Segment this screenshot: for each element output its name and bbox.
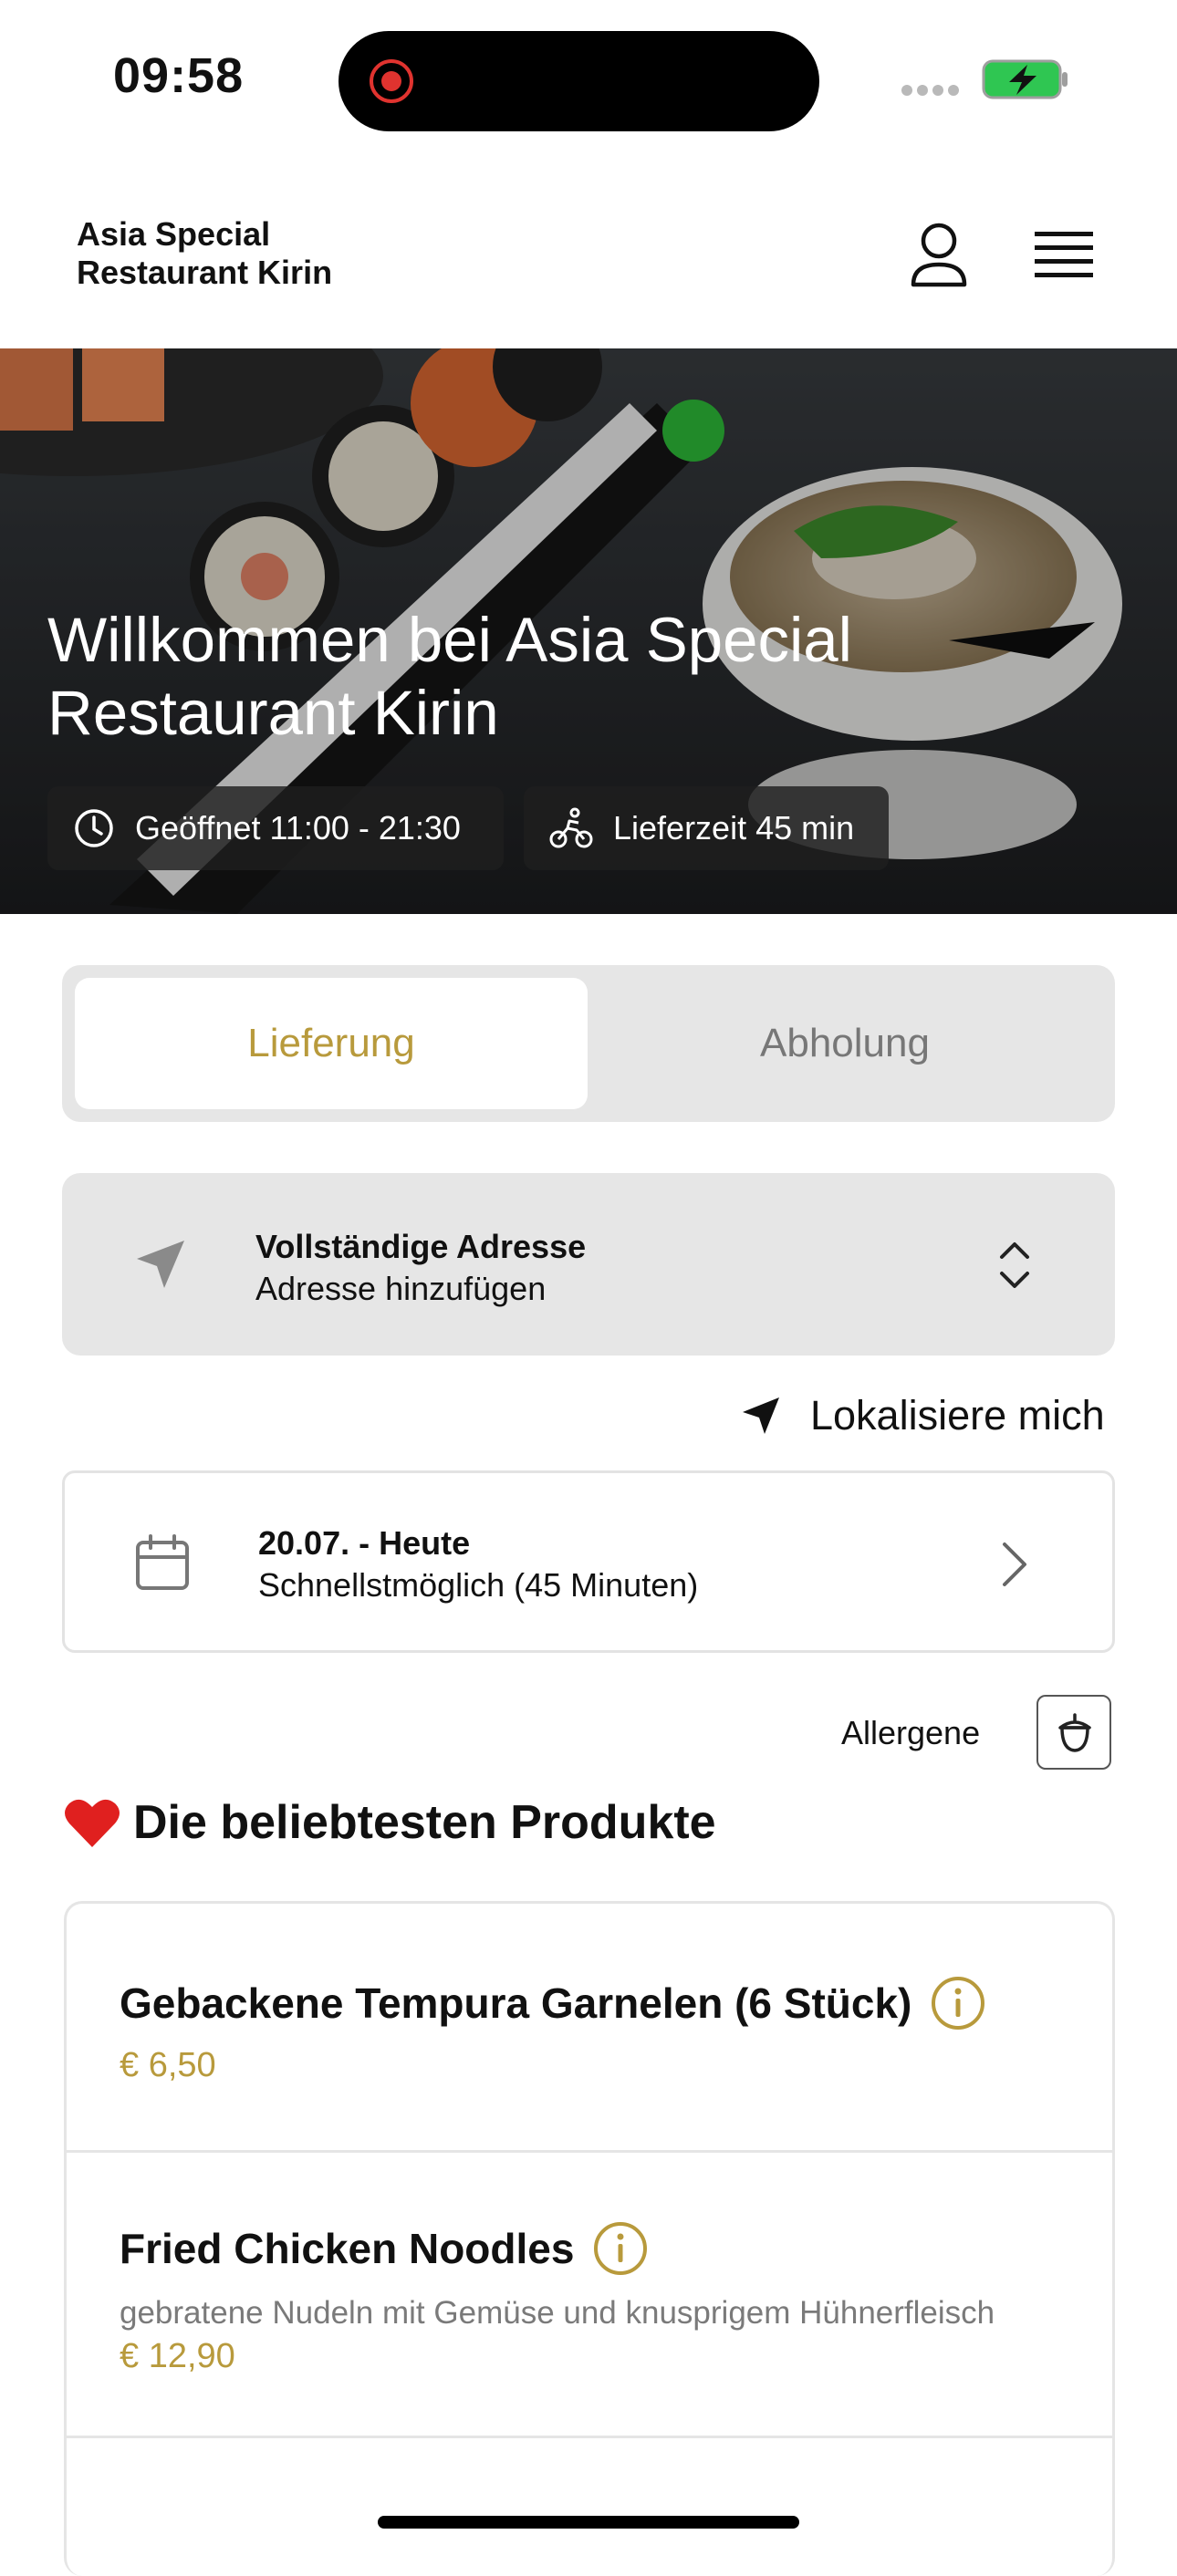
opening-hours-text: Geöffnet 11:00 - 21:30 [135,809,461,847]
calendar-icon [136,1534,189,1590]
delivery-time-badge: Lieferzeit 45 min [524,786,889,870]
product-name: Fried Chicken Noodles [120,2225,575,2272]
brand-line-1: Asia Special [77,215,271,253]
product-divider [67,2436,1112,2438]
screen-recording-icon [370,59,413,103]
hero-title: Willkommen bei Asia Special Restaurant K… [47,605,853,748]
home-indicator[interactable] [378,2516,799,2529]
product-price: € 12,90 [120,2337,235,2375]
status-time: 09:58 [113,48,245,103]
product-price: € 6,50 [120,2046,216,2084]
info-icon[interactable] [930,1975,986,2031]
info-icon[interactable] [592,2220,649,2277]
battery-charging-icon [982,59,1068,99]
tab-delivery[interactable]: Lieferung [75,978,588,1109]
popular-products-heading: Die beliebtesten Produkte [64,1795,716,1850]
product-list: Gebackene Tempura Garnelen (6 Stück) € 6… [64,1901,1115,2576]
opening-hours-badge: Geöffnet 11:00 - 21:30 [47,786,504,870]
allergens-label: Allergene [841,1714,981,1751]
delivery-time-text: Lieferzeit 45 min [613,809,855,847]
product-card[interactable]: Gebackene Tempura Garnelen (6 Stück) € 6… [67,1904,1112,2150]
bicycle-courier-icon [549,807,593,848]
restaurant-brand[interactable]: Asia Special Restaurant Kirin [77,215,332,292]
tab-pickup[interactable]: Abholung [588,978,1102,1109]
product-name-row: Fried Chicken Noodles [120,2220,649,2277]
product-name-row: Gebackene Tempura Garnelen (6 Stück) [120,1975,986,2031]
delivery-time-selector[interactable]: 20.07. - Heute Schnellstmöglich (45 Minu… [62,1470,1115,1653]
popular-products-title: Die beliebtesten Produkte [133,1796,716,1849]
brand-line-2: Restaurant Kirin [77,254,333,291]
hero-banner: Willkommen bei Asia Special Restaurant K… [0,348,1177,914]
delivery-time: Schnellstmöglich (45 Minuten) [258,1566,699,1604]
address-title: Vollständige Adresse [255,1228,587,1265]
heart-icon [65,1799,120,1847]
location-arrow-icon [137,1241,184,1288]
address-subtitle: Adresse hinzufügen [255,1270,547,1307]
product-name: Gebackene Tempura Garnelen (6 Stück) [120,1979,912,2027]
address-selector[interactable]: Vollständige Adresse Adresse hinzufügen [62,1173,1115,1356]
locate-me-button[interactable]: Lokalisiere mich [741,1387,1105,1445]
user-account-icon[interactable] [909,223,969,288]
signal-icon [901,84,963,100]
delivery-date: 20.07. - Heute [258,1524,471,1562]
order-mode-switch: Lieferung Abholung [62,965,1115,1122]
locate-me-label: Lokalisiere mich [810,1392,1105,1439]
chevron-up-down-icon [1000,1242,1029,1288]
navigation-arrow-icon [743,1397,779,1434]
product-description: gebratene Nudeln mit Gemüse und knusprig… [120,2295,995,2331]
acorn-icon [1058,1713,1091,1752]
allergens-button[interactable] [1036,1695,1111,1770]
clock-icon [75,809,113,847]
product-card[interactable]: Fried Chicken Noodles gebratene Nudeln m… [67,2153,1112,2436]
chevron-right-icon [1003,1542,1026,1586]
hamburger-menu-icon[interactable] [1035,230,1093,281]
